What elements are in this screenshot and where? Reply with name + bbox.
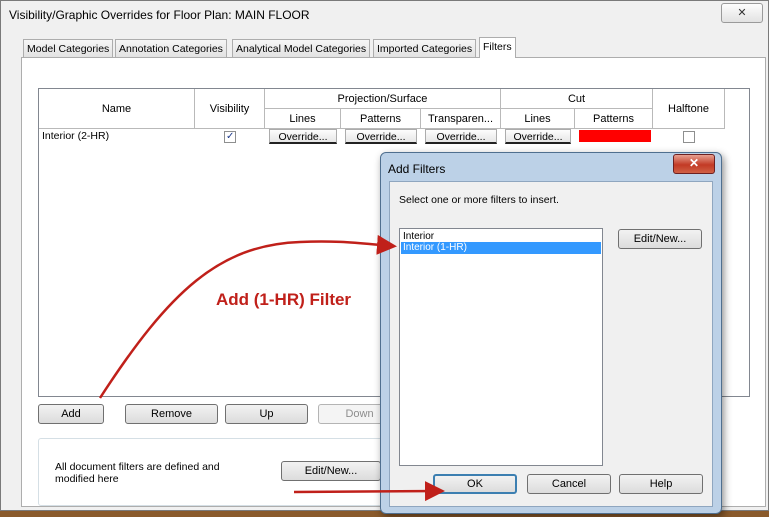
header-projection-surface: Projection/Surface bbox=[265, 89, 501, 109]
header-transparency: Transparen... bbox=[421, 109, 501, 129]
header-cut: Cut bbox=[501, 89, 653, 109]
close-icon: ✕ bbox=[688, 156, 700, 170]
header-projection-patterns: Patterns bbox=[341, 109, 421, 129]
add-filters-instruction: Select one or more filters to insert. bbox=[399, 194, 559, 206]
cancel-button[interactable]: Cancel bbox=[527, 474, 611, 494]
add-filters-content: Select one or more filters to insert. In… bbox=[389, 181, 713, 507]
tab-model-categories[interactable]: Model Categories bbox=[23, 39, 114, 57]
edit-new-filters-button[interactable]: Edit/New... bbox=[281, 461, 381, 481]
header-visibility[interactable]: Visibility bbox=[195, 89, 265, 129]
close-icon: ✕ bbox=[737, 7, 747, 19]
up-button[interactable]: Up bbox=[225, 404, 308, 424]
remove-button[interactable]: Remove bbox=[125, 404, 218, 424]
window-title: Visibility/Graphic Overrides for Floor P… bbox=[9, 8, 310, 22]
projection-patterns-override-button[interactable]: Override... bbox=[345, 129, 417, 144]
header-projection-lines: Lines bbox=[265, 109, 341, 129]
tab-analytical-model-categories[interactable]: Analytical Model Categories bbox=[232, 39, 371, 57]
row-name[interactable]: Interior (2-HR) bbox=[42, 129, 192, 144]
help-button[interactable]: Help bbox=[619, 474, 703, 494]
halftone-checkbox[interactable] bbox=[683, 131, 695, 143]
projection-lines-override-button[interactable]: Override... bbox=[269, 129, 337, 144]
cut-lines-override-button[interactable]: Override... bbox=[505, 129, 571, 144]
header-halftone[interactable]: Halftone bbox=[653, 89, 725, 129]
filters-listbox[interactable]: Interior Interior (1-HR) bbox=[399, 228, 603, 466]
header-name[interactable]: Name bbox=[39, 89, 195, 129]
header-cut-patterns: Patterns bbox=[575, 109, 653, 129]
window-close-button[interactable]: ✕ bbox=[721, 3, 763, 23]
cut-pattern-swatch[interactable] bbox=[579, 130, 651, 142]
tab-annotation-categories[interactable]: Annotation Categories bbox=[115, 39, 227, 57]
add-filters-title: Add Filters bbox=[388, 162, 446, 176]
add-filters-edit-new-button[interactable]: Edit/New... bbox=[618, 229, 702, 249]
transparency-override-button[interactable]: Override... bbox=[425, 129, 497, 144]
annotation-label: Add (1-HR) Filter bbox=[216, 290, 352, 309]
header-cut-lines: Lines bbox=[501, 109, 575, 129]
tab-imported-categories[interactable]: Imported Categories bbox=[373, 39, 477, 57]
add-filters-close-button[interactable]: ✕ bbox=[673, 154, 715, 174]
add-button[interactable]: Add bbox=[38, 404, 104, 424]
row-visibility-cell bbox=[195, 129, 265, 144]
ok-button[interactable]: OK bbox=[433, 474, 517, 494]
add-filters-dialog: Add Filters ✕ Select one or more filters… bbox=[380, 152, 722, 514]
group-description: All document filters are defined and mod… bbox=[55, 461, 220, 485]
list-item-interior-1hr[interactable]: Interior (1-HR) bbox=[401, 242, 601, 254]
visibility-checkbox[interactable] bbox=[224, 129, 236, 144]
tab-filters[interactable]: Filters bbox=[479, 37, 516, 58]
row-halftone-cell bbox=[653, 129, 725, 144]
